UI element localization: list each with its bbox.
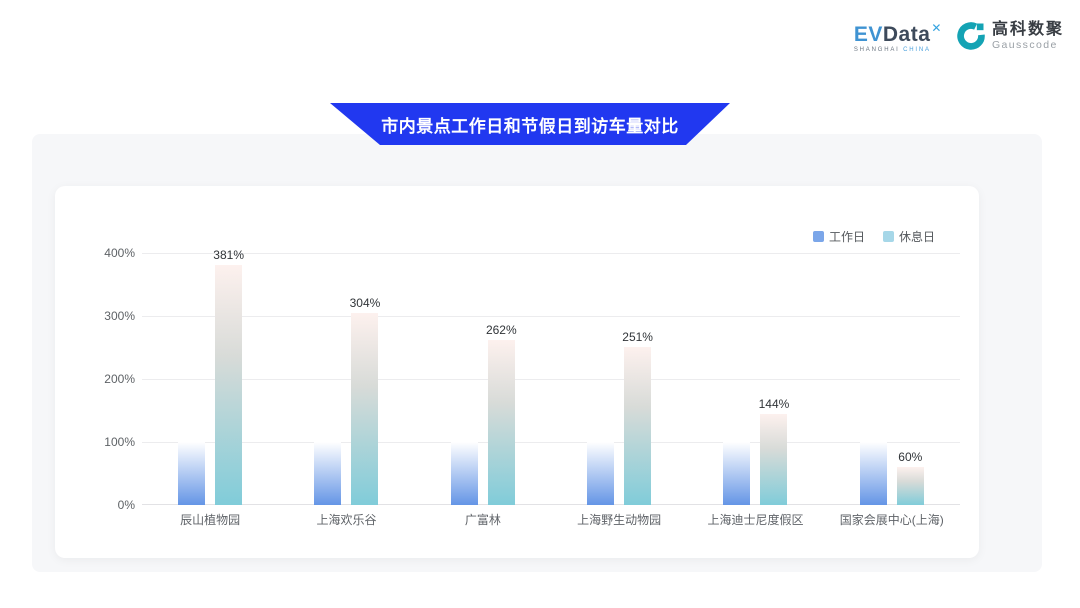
evdata-logo-data: Data (883, 23, 931, 46)
bar-value-label: 251% (622, 330, 653, 344)
y-axis-labels: 0%100%200%300%400% (55, 253, 135, 505)
evdata-tagline-shanghai: SHANGHAI (854, 47, 900, 53)
bar-group: 262% (415, 253, 551, 505)
x-axis-labels: 辰山植物园上海欢乐谷广富林上海野生动物园上海迪士尼度假区国家会展中心(上海) (142, 511, 960, 528)
legend-swatch (813, 231, 824, 242)
gausscode-g-icon (956, 21, 986, 51)
bar-休息日: 304% (351, 313, 378, 505)
bar-value-label: 144% (759, 397, 790, 411)
legend: 工作日 休息日 (813, 228, 935, 245)
evdata-logo-text: EVData✕ (854, 18, 942, 45)
legend-item-休息日[interactable]: 休息日 (883, 228, 935, 245)
page-title: 市内景点工作日和节假日到访车量对比 (381, 112, 679, 137)
bar-value-label: 304% (350, 296, 381, 310)
evdata-x-icon: ✕ (931, 21, 942, 35)
bar-工作日 (178, 442, 205, 505)
evdata-logo-ev: EV (854, 23, 883, 46)
bar-工作日 (723, 442, 750, 505)
bar-休息日: 60% (897, 467, 924, 505)
x-tick-label: 广富林 (415, 511, 551, 528)
y-tick-label: 0% (118, 498, 135, 512)
gausscode-name-en: Gausscode (992, 39, 1064, 51)
y-tick-label: 400% (104, 246, 135, 260)
bar-group: 60% (824, 253, 960, 505)
bar-group: 381% (142, 253, 278, 505)
bar-工作日 (451, 442, 478, 505)
x-tick-label: 上海欢乐谷 (278, 511, 414, 528)
evdata-tagline: SHANGHAI CHINA (854, 47, 931, 53)
x-tick-label: 辰山植物园 (142, 511, 278, 528)
y-tick-label: 200% (104, 372, 135, 386)
bar-value-label: 60% (898, 450, 922, 464)
bar-休息日: 251% (624, 347, 651, 505)
gausscode-logo-text: 高科数聚 Gausscode (992, 21, 1064, 51)
bar-工作日 (860, 442, 887, 505)
bar-group: 304% (278, 253, 414, 505)
title-banner: 市内景点工作日和节假日到访车量对比 (330, 103, 730, 145)
legend-swatch (883, 231, 894, 242)
gausscode-logo: 高科数聚 Gausscode (956, 21, 1064, 51)
legend-label: 休息日 (899, 228, 935, 245)
legend-item-工作日[interactable]: 工作日 (813, 228, 865, 245)
x-tick-label: 国家会展中心(上海) (824, 511, 960, 528)
y-tick-label: 300% (104, 309, 135, 323)
bar-休息日: 144% (760, 414, 787, 505)
y-tick-label: 100% (104, 435, 135, 449)
plot-area: 381% 304% 262% 251% 144% 60% (142, 253, 960, 505)
bar-value-label: 381% (213, 248, 244, 262)
gausscode-name-cn: 高科数聚 (992, 21, 1064, 39)
bar-group: 251% (551, 253, 687, 505)
bar-工作日 (587, 442, 614, 505)
x-tick-label: 上海迪士尼度假区 (687, 511, 823, 528)
legend-label: 工作日 (829, 228, 865, 245)
evdata-tagline-china: CHINA (903, 47, 931, 53)
bar-group: 144% (687, 253, 823, 505)
bar-休息日: 381% (215, 265, 242, 505)
header-logos: EVData✕ SHANGHAI CHINA 高科数聚 Gausscode (854, 18, 1064, 53)
bar-value-label: 262% (486, 323, 517, 337)
bars-row: 381% 304% 262% 251% 144% 60% (142, 253, 960, 505)
bar-工作日 (314, 442, 341, 505)
x-tick-label: 上海野生动物园 (551, 511, 687, 528)
evdata-logo: EVData✕ SHANGHAI CHINA (854, 18, 942, 53)
chart-card: 工作日 休息日 0% 100% 200% 300% 400% 381% 304% 262% 25… (55, 186, 979, 558)
bar-休息日: 262% (488, 340, 515, 505)
